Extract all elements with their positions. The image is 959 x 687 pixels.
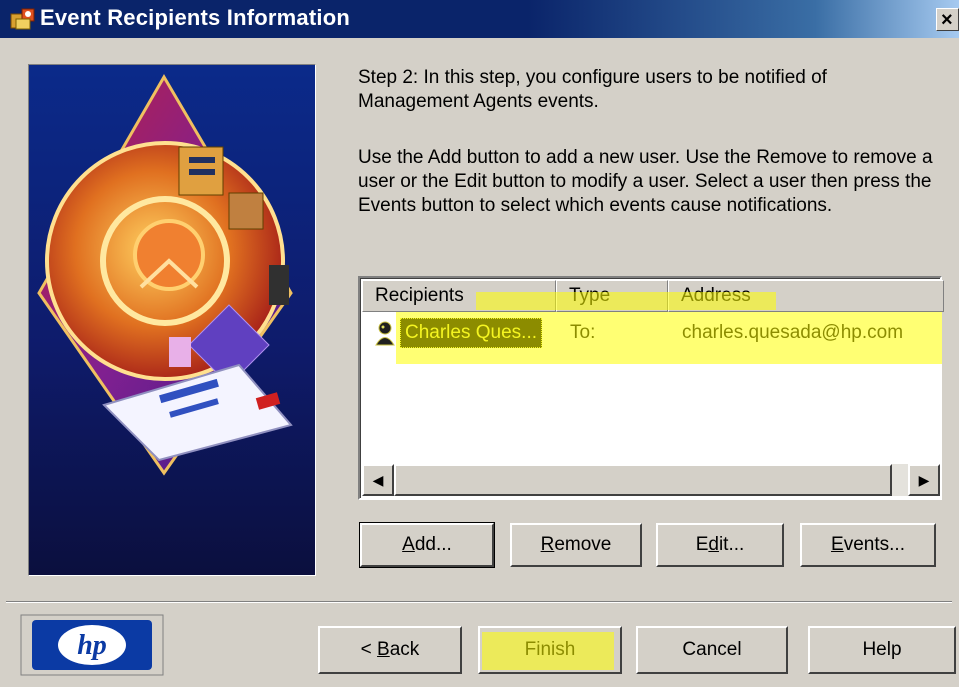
user-icon [375, 321, 395, 346]
finish-button-label: Finish [524, 639, 576, 660]
recipients-list[interactable]: Recipients Type Address Charles Ques... … [358, 276, 944, 500]
recipient-address: charles.quesada@hp.com [682, 322, 904, 343]
app-icon [10, 8, 35, 30]
column-header-type[interactable]: Type [556, 280, 668, 312]
edit-button-label: Edit... [695, 534, 745, 555]
arrow-left-icon: ◀ [372, 472, 384, 488]
back-button[interactable]: < Back [318, 626, 462, 674]
cancel-button[interactable]: Cancel [636, 626, 788, 674]
recipient-row[interactable]: Charles Ques... To: charles.quesada@hp.c… [362, 316, 940, 350]
column-header-recipients[interactable]: Recipients [362, 280, 556, 312]
step-description: Step 2: In this step, you configure user… [358, 67, 827, 112]
add-button[interactable]: Add... [359, 522, 495, 568]
help-button-label: Help [862, 639, 902, 660]
wizard-artwork [28, 64, 316, 576]
list-header: Recipients Type Address [362, 280, 944, 312]
finish-button[interactable]: Finish [478, 626, 622, 674]
instructions-text: Use the Add button to add a new user. Us… [358, 147, 933, 216]
help-button[interactable]: Help [808, 626, 956, 674]
scroll-left-button[interactable]: ◀ [362, 464, 394, 496]
recipient-type: To: [570, 322, 596, 343]
scroll-right-button[interactable]: ▶ [908, 464, 940, 496]
remove-button-label: Remove [540, 534, 612, 555]
footer-separator [6, 601, 952, 603]
title-bar[interactable]: Event Recipients Information × [0, 0, 959, 38]
column-header-address[interactable]: Address [668, 280, 944, 312]
scroll-thumb[interactable] [394, 464, 892, 496]
remove-button[interactable]: Remove [510, 523, 642, 567]
back-button-label: < Back [360, 639, 420, 660]
add-button-label: Add... [402, 534, 452, 555]
window-title: Event Recipients Information [40, 5, 350, 30]
events-button-label: Events... [831, 534, 905, 555]
close-icon: × [941, 9, 953, 31]
horizontal-scrollbar[interactable]: ◀ ▶ [362, 464, 940, 496]
logo-text: hp [77, 630, 107, 661]
event-recipients-dialog: Event Recipients Information × Step 2: I… [0, 0, 959, 687]
events-button[interactable]: Events... [800, 523, 936, 567]
edit-button[interactable]: Edit... [656, 523, 784, 567]
arrow-right-icon: ▶ [918, 472, 930, 488]
close-button[interactable]: × [936, 8, 959, 31]
recipient-name: Charles Ques... [400, 318, 542, 348]
hp-logo: hp [20, 614, 164, 676]
cancel-button-label: Cancel [682, 639, 742, 660]
wizard-graphic-icon [37, 74, 293, 476]
